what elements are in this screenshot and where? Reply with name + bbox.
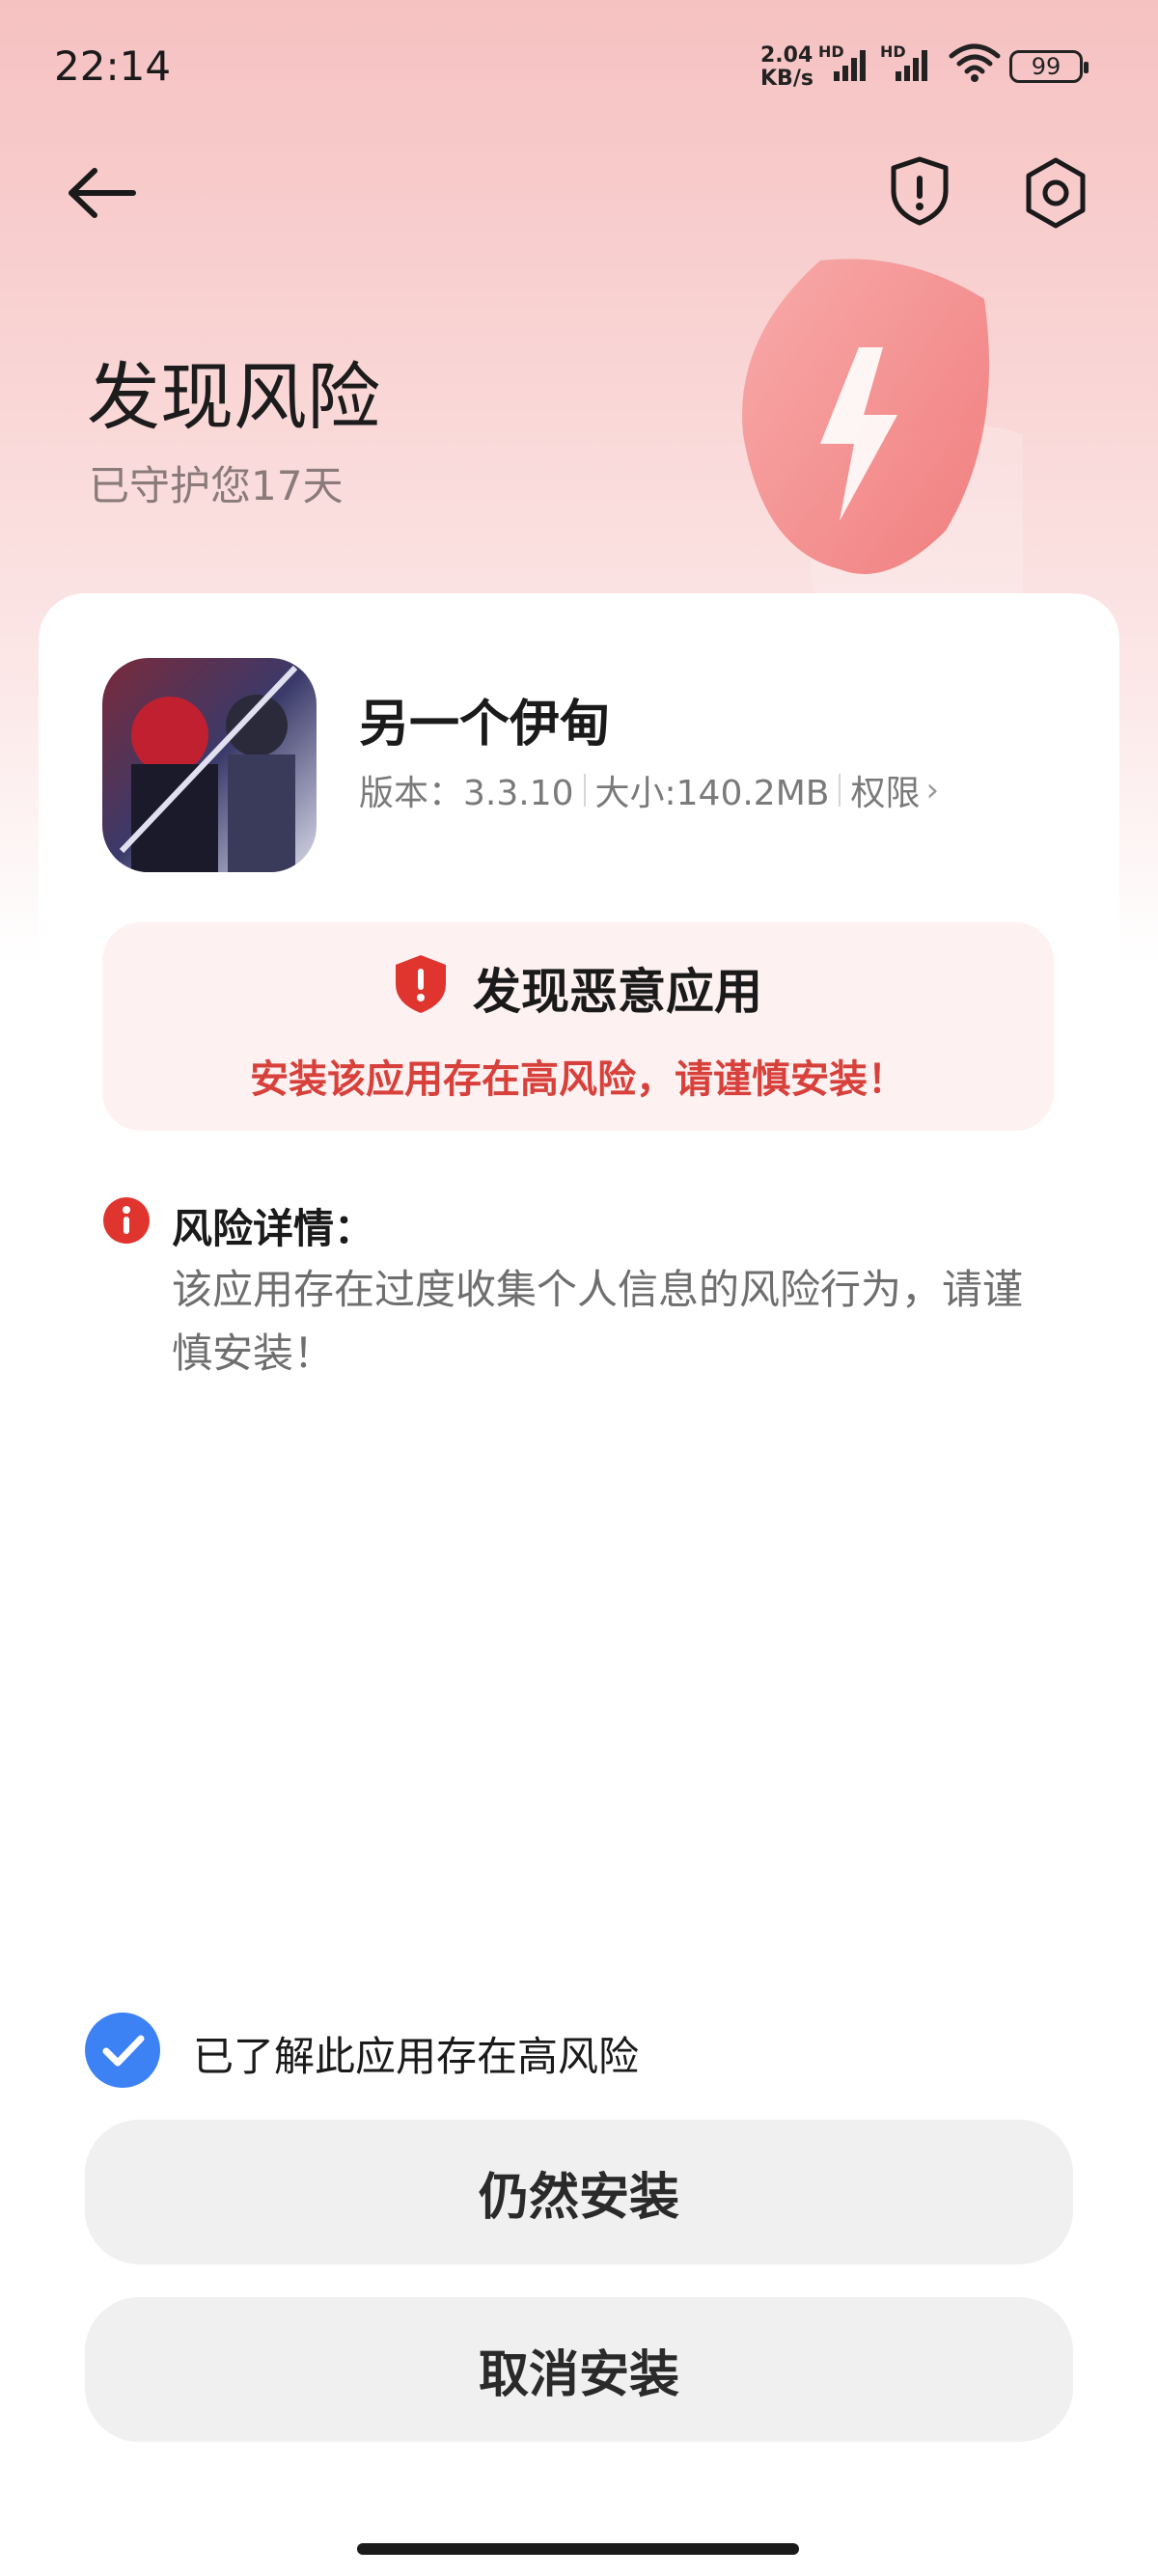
app-size: 大小:140.2MB <box>594 774 830 813</box>
wifi-icon <box>948 42 1002 89</box>
shield-alert-icon <box>891 156 949 226</box>
back-arrow-icon <box>69 168 136 218</box>
home-indicator[interactable] <box>357 2543 799 2555</box>
app-icon <box>102 658 317 872</box>
acknowledge-checkbox[interactable] <box>85 2013 160 2088</box>
app-name: 另一个伊甸 <box>359 696 611 754</box>
protection-days: 已守护您17天 <box>89 462 344 509</box>
gear-icon <box>1026 157 1086 229</box>
cell-signal-2-icon: HD <box>880 42 934 89</box>
permissions-link[interactable]: 权限 › <box>850 765 939 815</box>
checkmark-icon <box>102 2035 145 2067</box>
warning-shield-icon <box>394 953 448 1015</box>
install-anyway-button[interactable]: 仍然安装 <box>85 2120 1073 2264</box>
acknowledge-label[interactable]: 已了解此应用存在高风险 <box>193 2024 639 2083</box>
network-speed-value: 2.04 <box>760 43 813 68</box>
risk-detail-label: 风险详情： <box>172 1205 375 1252</box>
cancel-install-button[interactable]: 取消安装 <box>85 2297 1073 2442</box>
network-speed: 2.04 KB/s <box>760 44 813 91</box>
info-alert-icon <box>102 1196 151 1245</box>
warning-description: 安装该应用存在高风险，请谨慎安装！ <box>250 1057 906 1102</box>
warning-title: 发现恶意应用 <box>473 964 762 1020</box>
status-time: 22:14 <box>54 42 172 90</box>
app-version: 版本：3.3.10 <box>359 774 574 813</box>
page-title: 发现风险 <box>87 354 380 440</box>
battery-level: 99 <box>1031 53 1062 80</box>
meta-divider <box>583 774 586 807</box>
risk-detail-text: 该应用存在过度收集个人信息的风险行为，请谨慎安装！ <box>172 1266 1024 1377</box>
battery-icon: 99 <box>1009 50 1089 83</box>
hero-shield-illustration <box>676 241 1119 695</box>
network-speed-unit: KB/s <box>760 67 813 91</box>
chevron-right-icon: › <box>925 771 940 809</box>
status-bar: 22:14 2.04 KB/s HD HD 99 <box>0 0 1158 135</box>
permissions-label: 权限 <box>850 774 921 813</box>
signal-1-hd-label: HD <box>818 42 844 61</box>
back-button[interactable] <box>64 159 141 227</box>
settings-button[interactable] <box>1017 154 1094 232</box>
signal-2-hd-label: HD <box>880 42 906 61</box>
app-meta: 版本：3.3.10 大小:140.2MB 权限 › <box>359 765 939 815</box>
security-button[interactable] <box>886 154 953 228</box>
meta-divider <box>839 774 841 807</box>
cell-signal-icon: HD <box>818 42 872 89</box>
